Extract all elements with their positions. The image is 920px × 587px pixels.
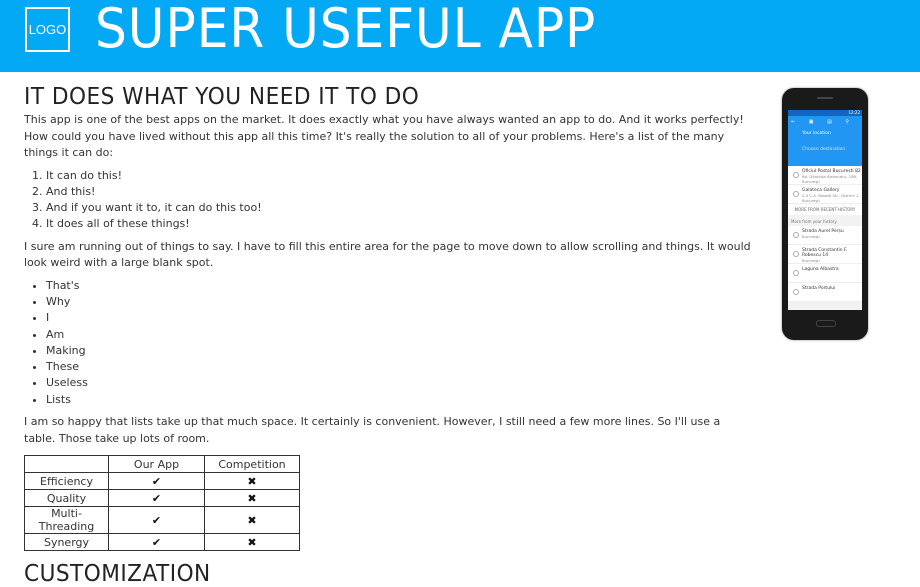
- list-item: Oficiul Postal București 82 Bd. Dâmbița …: [788, 166, 862, 185]
- list-item: Strada Constantin F. Robescu 14 Bucureșt…: [788, 245, 862, 264]
- intro-paragraph: This app is one of the best apps on the …: [24, 113, 744, 159]
- place-title: Strada Portului: [802, 286, 836, 291]
- clock-icon: [793, 191, 799, 197]
- phone-screen: 12:22 ← ▣ ▤ ⚲ Your location Choose desti…: [788, 110, 862, 310]
- feature-cell: Multi-Threading: [24, 506, 109, 535]
- phone-earpiece: [817, 97, 833, 99]
- checkmark-icon: ✔: [108, 533, 205, 552]
- clock-icon: [793, 172, 799, 178]
- section-heading-customization: CUSTOMIZATION: [24, 561, 211, 587]
- cross-icon: ✖: [204, 489, 300, 508]
- place-title: Strada Constantin F. Robescu 14: [802, 248, 848, 258]
- clock-icon: [793, 251, 799, 257]
- list-item: I: [46, 310, 754, 326]
- app-title: SUPER USEFUL APP: [95, 0, 597, 60]
- list-item: Galateca Gallery 2-4 C.A. Rosetti Str., …: [788, 185, 862, 204]
- table-row: Efficiency ✔ ✖: [24, 472, 300, 491]
- table-row: Multi-Threading ✔ ✖: [24, 506, 300, 535]
- comparison-table: Our App Competition Efficiency ✔ ✖ Quali…: [24, 455, 300, 552]
- place-subtitle: Bd. Dâmbița Alexandru, 25B, București: [802, 174, 858, 184]
- place-title: Galateca Gallery: [802, 188, 840, 193]
- table-header-our-app: Our App: [108, 455, 205, 474]
- table-row: Quality ✔ ✖: [24, 489, 300, 508]
- list-item: And if you want it to, it can do this to…: [46, 200, 754, 216]
- table-header-row: Our App Competition: [24, 455, 300, 474]
- list-item: Why: [46, 294, 754, 310]
- feature-cell: Synergy: [24, 533, 109, 552]
- list-item: Useless: [46, 375, 754, 391]
- closing-paragraph: I am so happy that lists take up that mu…: [24, 415, 721, 445]
- checkmark-icon: ✔: [108, 472, 205, 491]
- phone-mockup-image: 12:22 ← ▣ ▤ ⚲ Your location Choose desti…: [782, 88, 868, 340]
- more-history-label: MORE FROM RECENT HISTORY: [788, 204, 862, 215]
- history-list: Strada Aurel Perșu București Strada Cons…: [788, 226, 862, 302]
- features-ordered-list: It can do this! And this! And if you wan…: [24, 168, 754, 233]
- list-item: Lists: [46, 392, 754, 408]
- checkmark-icon: ✔: [108, 506, 205, 535]
- place-subtitle: București: [802, 258, 820, 263]
- place-subtitle: 2-4 C.A. Rosetti Str., District 1, Bucur…: [802, 193, 860, 203]
- directions-header: ← ▣ ▤ ⚲ Your location Choose destination: [788, 116, 862, 166]
- section-heading-features: IT DOES WHAT YOU NEED IT TO DO: [24, 84, 420, 110]
- table-row: Synergy ✔ ✖: [24, 533, 300, 552]
- list-item: And this!: [46, 184, 754, 200]
- your-location-label: Your location: [802, 131, 831, 136]
- recent-list: Oficiul Postal București 82 Bd. Dâmbița …: [788, 166, 862, 215]
- place-title: Strada Aurel Perșu: [802, 229, 844, 234]
- table-header-empty: [24, 455, 109, 474]
- clock-icon: [793, 232, 799, 238]
- list-item: Laguna Albastra: [788, 264, 862, 283]
- cross-icon: ✖: [204, 472, 300, 491]
- table-header-competition: Competition: [204, 455, 300, 474]
- history-label: More from your history: [791, 219, 837, 224]
- main-content: IT DOES WHAT YOU NEED IT TO DO This app …: [24, 84, 754, 587]
- cross-icon: ✖: [204, 506, 300, 535]
- list-item: It does all of these things!: [46, 216, 754, 232]
- feature-cell: Quality: [24, 489, 109, 508]
- app-header: LOGO SUPER USEFUL APP: [0, 0, 920, 72]
- clock-icon: [793, 289, 799, 295]
- list-item: These: [46, 359, 754, 375]
- place-title: Oficiul Postal București 82: [802, 169, 861, 174]
- list-item: That's: [46, 278, 754, 294]
- cross-icon: ✖: [204, 533, 300, 552]
- list-item: Strada Portului: [788, 283, 862, 302]
- choose-destination-label: Choose destination: [802, 147, 846, 152]
- place-title: Laguna Albastra: [802, 267, 839, 272]
- place-subtitle: București: [802, 234, 820, 239]
- bullet-list: That's Why I Am Making These Useless Lis…: [24, 278, 754, 408]
- clock-icon: [793, 270, 799, 276]
- feature-cell: Efficiency: [24, 472, 109, 491]
- list-item: Strada Aurel Perșu București: [788, 226, 862, 245]
- checkmark-icon: ✔: [108, 489, 205, 508]
- list-item: It can do this!: [46, 168, 754, 184]
- phone-home-button: [816, 320, 836, 327]
- logo[interactable]: LOGO: [25, 7, 70, 52]
- list-item: Making: [46, 343, 754, 359]
- list-item: Am: [46, 327, 754, 343]
- filler-paragraph: I sure am running out of things to say. …: [24, 239, 751, 270]
- logo-text: LOGO: [28, 22, 67, 37]
- transport-mode-icons: ← ▣ ▤ ⚲: [791, 119, 856, 125]
